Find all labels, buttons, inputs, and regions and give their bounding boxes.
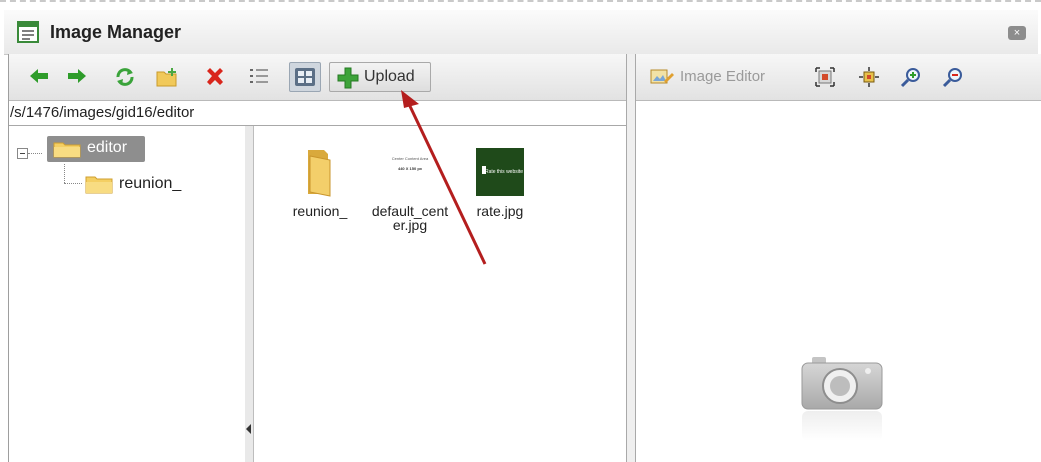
window-title: Image Manager [50,22,182,42]
image-preview [636,101,1041,462]
manager-body: Upload /s/1476/images/gid16/editor edito… [8,54,1041,462]
forward-arrow-icon[interactable] [61,62,93,92]
folder-icon [294,146,346,198]
camera-icon [801,357,883,441]
plus-icon [337,67,359,89]
image-editor-label: Image Editor [680,68,766,85]
file-list: reunion_ Center Content Area 440 X 150 p… [254,126,626,462]
editor-toolbar: Image Editor [636,54,1041,101]
current-path: /s/1476/images/gid16/editor [10,104,195,121]
image-thumbnail: Center Content Area 440 X 150 px [384,146,436,198]
collapse-arrow-icon[interactable] [246,424,251,434]
actual-size-icon[interactable] [858,66,880,88]
tree-splitter[interactable] [245,126,254,462]
folder-icon [85,176,113,194]
file-name: default_cent [371,203,449,219]
tree-connector [64,183,82,184]
tree-connector [28,153,42,154]
file-item[interactable]: reunion_ [280,146,360,218]
image-manager-icon [17,21,39,43]
delete-icon[interactable] [199,62,231,92]
thumb-text: Rate this website [485,169,523,175]
file-item[interactable]: Center Content Area 440 X 150 px default… [370,146,450,232]
tree-node-label: reunion_ [119,175,182,192]
file-name: reunion_ [292,203,348,219]
panel-divider[interactable] [626,54,636,462]
tree-node-label: editor [87,139,128,156]
zoom-out-icon[interactable] [942,66,964,88]
upload-button[interactable]: Upload [329,62,431,92]
image-editor-button[interactable]: Image Editor [650,65,800,89]
tree-node-reunion[interactable]: reunion_ [83,172,203,198]
file-toolbar: Upload [9,54,626,101]
fit-to-screen-icon[interactable] [814,66,836,88]
image-manager-window: Image Manager × Upload /s/1476/images/gi… [0,0,1041,462]
thumb-text: 440 X 150 px [398,166,423,171]
title-bar: Image Manager × [4,10,1038,55]
upload-label: Upload [364,68,415,85]
tree-node-editor[interactable]: editor [47,136,145,162]
file-item[interactable]: Rate this website rate.jpg [460,146,540,218]
tree-connector [64,164,65,183]
new-folder-icon[interactable] [151,62,183,92]
refresh-icon[interactable] [109,62,141,92]
path-bar: /s/1476/images/gid16/editor [9,101,626,126]
list-view-icon[interactable] [243,62,275,92]
zoom-in-icon[interactable] [900,66,922,88]
thumb-text: Center Content Area [392,156,429,161]
back-arrow-icon[interactable] [23,62,55,92]
file-name-line2: er.jpg [392,217,428,233]
file-name: rate.jpg [476,203,524,219]
image-editor-icon [650,69,674,84]
collapse-icon[interactable] [17,148,28,159]
close-icon[interactable]: × [1008,26,1026,40]
thumbnail-view-icon[interactable] [289,62,321,92]
image-thumbnail: Rate this website [474,146,526,198]
folder-icon [53,142,81,158]
